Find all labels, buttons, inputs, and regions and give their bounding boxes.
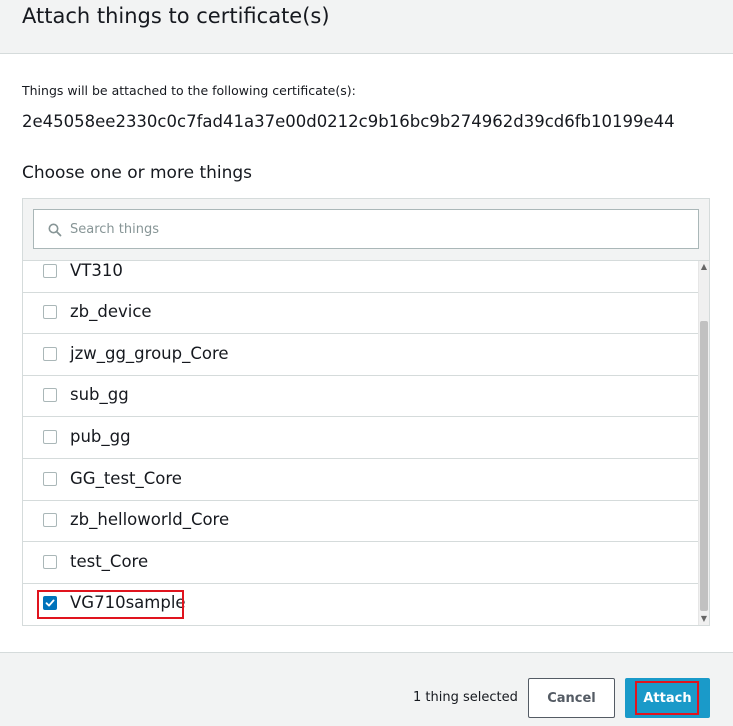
thing-checkbox[interactable] [43, 305, 57, 319]
thing-row[interactable]: test_Core [23, 542, 698, 584]
scrollbar-thumb[interactable] [700, 321, 708, 611]
thing-label: zb_device [70, 302, 152, 321]
cancel-button[interactable]: Cancel [528, 678, 615, 718]
thing-checkbox[interactable] [43, 347, 57, 361]
thing-row[interactable]: GG_test_Core [23, 459, 698, 501]
modal-footer: 1 thing selected Cancel Attach [0, 652, 733, 726]
search-input[interactable] [70, 210, 690, 248]
search-bar [23, 199, 709, 261]
thing-label: VT310 [70, 261, 123, 280]
thing-checkbox[interactable] [43, 388, 57, 402]
attach-button[interactable]: Attach [625, 678, 710, 718]
scroll-down-arrow-icon[interactable]: ▼ [699, 613, 709, 625]
intro-text: Things will be attached to the following… [22, 83, 356, 98]
modal-header: Attach things to certificate(s) [0, 0, 733, 54]
highlight-annotation [37, 590, 184, 619]
list-scrollbar[interactable]: ▲ ▼ [698, 261, 709, 625]
search-box[interactable] [33, 209, 699, 249]
thing-row[interactable]: zb_helloworld_Core [23, 500, 698, 542]
thing-checkbox[interactable] [43, 513, 57, 527]
thing-row[interactable]: jzw_gg_group_Core [23, 334, 698, 376]
thing-checkbox[interactable] [43, 472, 57, 486]
thing-row[interactable]: zb_device [23, 292, 698, 334]
thing-label: pub_gg [70, 427, 131, 446]
thing-checkbox[interactable] [43, 555, 57, 569]
thing-row-selected[interactable]: VG710sample [23, 583, 698, 625]
selected-count: 1 thing selected [413, 690, 518, 705]
search-icon [48, 222, 62, 237]
section-title: Choose one or more things [22, 163, 253, 183]
thing-label: GG_test_Core [70, 469, 182, 488]
thing-label: test_Core [70, 552, 149, 571]
thing-row[interactable]: sub_gg [23, 375, 698, 417]
modal-title: Attach things to certificate(s) [22, 4, 330, 28]
things-list: VT310 zb_device jzw_gg_group_Core sub_gg… [23, 261, 698, 625]
thing-label: zb_helloworld_Core [70, 510, 230, 529]
thing-checkbox[interactable] [43, 264, 57, 278]
certificate-id: 2e45058ee2330c0c7fad41a37e00d0212c9b16bc… [22, 112, 675, 131]
thing-row[interactable]: pub_gg [23, 417, 698, 459]
thing-row[interactable]: VT310 [23, 261, 698, 293]
thing-label: jzw_gg_group_Core [70, 344, 229, 363]
scroll-up-arrow-icon[interactable]: ▲ [699, 261, 709, 273]
things-list-panel: VT310 zb_device jzw_gg_group_Core sub_gg… [22, 198, 710, 626]
thing-checkbox[interactable] [43, 430, 57, 444]
thing-label: sub_gg [70, 385, 129, 404]
